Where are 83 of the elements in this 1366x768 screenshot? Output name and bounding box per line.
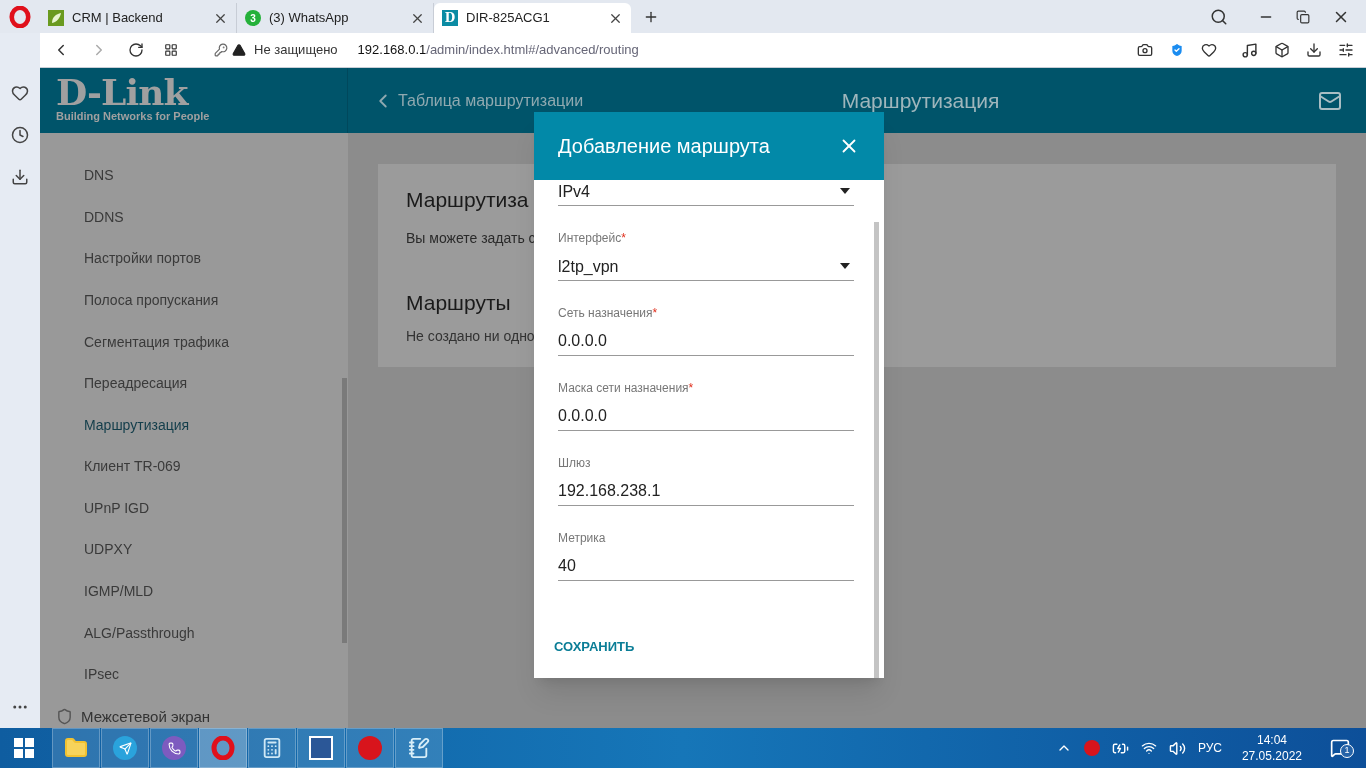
sidebar-section[interactable]: Межсетевой экран (81, 705, 211, 728)
restore-icon[interactable] (1296, 9, 1310, 24)
tab-title: (3) WhatsApp (269, 9, 350, 28)
language-indicator[interactable]: РУС (1197, 739, 1222, 757)
taskbar-app[interactable] (101, 728, 149, 768)
field-label: Шлюз (558, 455, 592, 472)
sidebar-item[interactable]: Переадресация (40, 362, 348, 405)
logo: D-Link (56, 76, 189, 109)
windows-start-icon[interactable] (14, 738, 34, 758)
sidebar-item[interactable]: Настройки портов (40, 238, 348, 280)
opera-menu-icon[interactable] (9, 5, 31, 28)
grid-icon[interactable] (164, 43, 178, 57)
dialog-title: Добавление маршрута (558, 134, 771, 159)
field-label: Интерфейс* (558, 230, 627, 247)
taskbar-app[interactable] (297, 728, 345, 768)
sidebar-item[interactable]: ALG/Passthrough (40, 612, 348, 654)
music-icon[interactable] (1241, 41, 1258, 59)
new-tab-icon[interactable] (643, 9, 659, 25)
settings-icon[interactable] (1338, 42, 1354, 58)
opera-icon (211, 736, 235, 760)
taskbar-app[interactable] (395, 728, 443, 768)
reload-icon[interactable] (128, 42, 144, 58)
empty-message: Не создано ни одно (406, 327, 535, 346)
tab-title: CRM | Backend (72, 9, 164, 28)
sidebar-item[interactable]: IGMP/MLD (40, 570, 348, 613)
sidebar-item[interactable]: Полоса пропускания (40, 279, 348, 322)
taskbar-app[interactable] (248, 728, 296, 768)
sidebar-item[interactable]: UDPXY (40, 529, 348, 571)
heart-icon[interactable] (11, 84, 29, 102)
tab-title: DIR-825ACG1 (466, 9, 551, 28)
history-icon[interactable] (11, 126, 29, 144)
sidebar-item[interactable]: Сегментация трафика (40, 321, 348, 363)
sidebar-item[interactable]: DDNS (40, 196, 348, 239)
save-button[interactable]: СОХРАНИТЬ (550, 632, 639, 660)
browser-tab[interactable]: D DIR-825ACG1 (434, 3, 631, 33)
leaf-icon (48, 10, 64, 26)
taskbar-app[interactable] (52, 728, 100, 768)
page-title: Маршрутизация (840, 87, 1001, 114)
input-field[interactable]: 192.168.238.1 (558, 480, 854, 506)
clock[interactable]: 14:04 27.05.2022 (1233, 732, 1310, 764)
heart-icon[interactable] (1201, 42, 1217, 58)
sidebar-item[interactable]: Маршрутизация (40, 404, 348, 447)
input-field[interactable]: 0.0.0.0 (558, 405, 854, 431)
section-title: Маршрутиза (406, 187, 529, 213)
search-icon[interactable] (1210, 7, 1228, 26)
tagline: Building Networks for People (56, 109, 211, 125)
key-icon (214, 43, 228, 57)
warning-icon (232, 43, 246, 57)
download-icon[interactable] (11, 168, 29, 186)
field-label: Метрика (558, 530, 607, 547)
dropdown[interactable]: IPv4 (558, 180, 854, 206)
field-label: Маска сети назначения* (558, 380, 695, 397)
camera-icon[interactable] (1137, 42, 1153, 58)
paper-plane-icon (113, 736, 137, 760)
calculator-icon (261, 737, 283, 759)
sidebar-item[interactable]: UPnP IGD (40, 487, 348, 530)
notification-icon[interactable] (1330, 738, 1350, 758)
shield-icon[interactable] (1169, 42, 1185, 58)
notepad-icon (408, 737, 430, 759)
section-title: Маршруты (406, 289, 511, 316)
back-link[interactable]: Таблица маршрутизации (372, 88, 584, 113)
dropdown[interactable]: l2tp_vpn (558, 255, 854, 281)
badge: 3 (245, 10, 261, 26)
caret-icon (840, 188, 850, 194)
notification-count: 1 (1340, 744, 1354, 758)
security-label[interactable]: Не защищено (254, 40, 338, 60)
cube-icon[interactable] (1274, 42, 1290, 58)
input-field[interactable]: 40 (558, 555, 854, 581)
field-label: Сеть назначения* (558, 305, 659, 322)
shield-icon (56, 708, 73, 726)
sidebar-item[interactable]: DNS (40, 155, 348, 197)
download-icon[interactable] (1306, 42, 1322, 58)
input-field[interactable]: 0.0.0.0 (558, 330, 854, 356)
caret-icon (840, 263, 850, 269)
sidebar-item[interactable]: Клиент TR-069 (40, 446, 348, 488)
wifi-icon[interactable] (1140, 740, 1157, 756)
folder-icon (64, 736, 88, 760)
favicon-letter: D (442, 10, 458, 26)
phone-icon (162, 736, 186, 760)
address-field[interactable]: 192.168.0.1/admin/index.html#/advanced/routing (357, 40, 639, 60)
document-icon (309, 736, 333, 760)
volume-icon[interactable] (1168, 739, 1186, 757)
sidebar-item[interactable]: IPsec (40, 653, 348, 696)
